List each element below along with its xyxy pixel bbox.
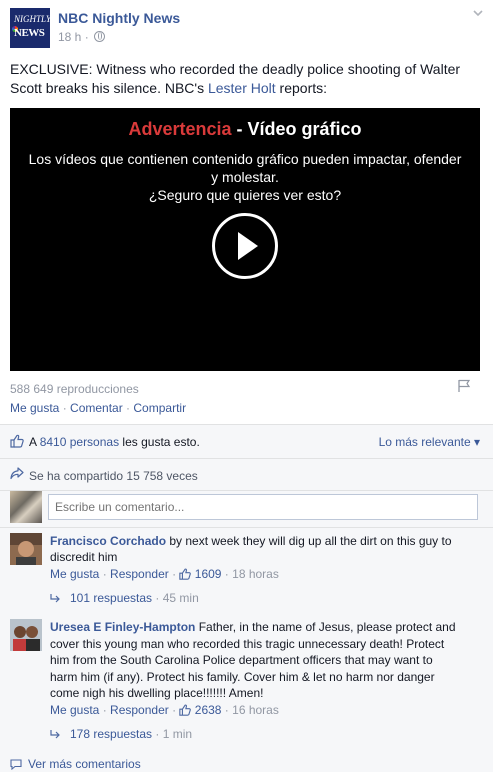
lester-holt-link[interactable]: Lester Holt bbox=[208, 80, 276, 96]
comment-body: Uresea E Finley-Hampton Father, in the n… bbox=[50, 619, 460, 702]
comment-like-count[interactable]: 1609 bbox=[195, 567, 222, 581]
page-name-link[interactable]: NBC Nightly News bbox=[58, 10, 180, 26]
warning-red-text: Advertencia bbox=[128, 119, 232, 139]
play-icon bbox=[238, 232, 258, 260]
reply-arrow-icon bbox=[50, 594, 60, 603]
comment-icon bbox=[10, 759, 22, 770]
likes-summary: A 8410 personas les gusta esto. bbox=[29, 435, 200, 449]
likes-prefix: A bbox=[29, 435, 40, 449]
warning-question: ¿Seguro que quieres ver esto? bbox=[148, 187, 342, 203]
warning-line-2: y molestar. bbox=[211, 169, 279, 185]
likes-count-link[interactable]: 8410 personas bbox=[40, 435, 119, 449]
comment-like-button[interactable]: Me gusta bbox=[50, 567, 99, 581]
comment-replies[interactable]: 178 respuestas · 1 min bbox=[50, 727, 192, 741]
replies-count[interactable]: 178 respuestas bbox=[70, 727, 152, 741]
dot-separator: · bbox=[122, 401, 134, 415]
share-button[interactable]: Compartir bbox=[133, 401, 186, 415]
replies-time: 1 min bbox=[162, 727, 193, 741]
more-comments-link[interactable]: Ver más comentarios bbox=[10, 757, 141, 771]
like-thumb-icon bbox=[179, 704, 192, 716]
like-thumb-icon bbox=[10, 434, 24, 448]
comment-item: Uresea E Finley-Hampton Father, in the n… bbox=[0, 619, 493, 745]
comment-input[interactable] bbox=[48, 494, 478, 520]
replies-count[interactable]: 101 respuestas bbox=[70, 591, 152, 605]
comment-like-button[interactable]: Me gusta bbox=[50, 703, 99, 717]
warning-body: Los vídeos que contienen contenido gráfi… bbox=[10, 150, 480, 204]
like-button[interactable]: Me gusta bbox=[10, 401, 59, 415]
comment-reply-button[interactable]: Responder bbox=[110, 567, 169, 581]
post-text: EXCLUSIVE: Witness who recorded the dead… bbox=[10, 60, 480, 98]
comment-replies[interactable]: 101 respuestas · 45 min bbox=[50, 591, 199, 605]
dot-separator: · bbox=[59, 401, 71, 415]
feedback-area: A 8410 personas les gusta esto. Lo más r… bbox=[0, 424, 493, 772]
post-text-after: reports: bbox=[275, 80, 328, 96]
comment-author[interactable]: Uresea E Finley-Hampton bbox=[50, 620, 195, 634]
comment-actions: Me gusta · Responder · 1609 · 18 horas bbox=[50, 567, 279, 581]
post-time[interactable]: 18 h bbox=[58, 30, 81, 44]
flag-icon[interactable] bbox=[457, 379, 471, 393]
comment-body: Francisco Corchado by next week they wil… bbox=[50, 533, 460, 565]
likes-suffix: les gusta esto. bbox=[119, 435, 200, 449]
comment-time[interactable]: 18 horas bbox=[232, 567, 279, 581]
comment-time[interactable]: 16 horas bbox=[232, 703, 279, 717]
replies-time: 45 min bbox=[162, 591, 199, 605]
sort-dropdown[interactable]: Lo más relevante ▾ bbox=[379, 435, 480, 449]
likes-row: A 8410 personas les gusta esto. Lo más r… bbox=[0, 425, 493, 459]
avatar bbox=[10, 491, 42, 523]
post-meta: 18 h · bbox=[58, 30, 106, 44]
video-player[interactable]: Advertencia - Vídeo gráfico Los vídeos q… bbox=[10, 108, 480, 371]
more-comments-label[interactable]: Ver más comentarios bbox=[28, 757, 141, 771]
post-actions: Me gusta · Comentar · Compartir bbox=[10, 401, 186, 415]
post-header: NIGHTLY NEWS NBC Nightly News 18 h · bbox=[10, 8, 483, 48]
comment-author[interactable]: Francisco Corchado bbox=[50, 534, 166, 548]
warning-title-rest: - Vídeo gráfico bbox=[231, 119, 362, 139]
meta-separator: · bbox=[84, 30, 89, 44]
comment-button[interactable]: Comentar bbox=[70, 401, 123, 415]
comment-reply-button[interactable]: Responder bbox=[110, 703, 169, 717]
share-count-link[interactable]: Se ha compartido 15 758 veces bbox=[29, 469, 198, 483]
warning-line-1: Los vídeos que contienen contenido gráfi… bbox=[28, 151, 462, 167]
warning-title: Advertencia - Vídeo gráfico bbox=[10, 119, 480, 140]
comment-actions: Me gusta · Responder · 2638 · 16 horas bbox=[50, 703, 279, 717]
share-icon bbox=[10, 467, 24, 480]
share-row: Se ha compartido 15 758 veces bbox=[0, 459, 493, 491]
page-logo[interactable]: NIGHTLY NEWS bbox=[10, 8, 51, 48]
comment-like-count[interactable]: 2638 bbox=[195, 703, 222, 717]
play-button[interactable] bbox=[212, 213, 278, 279]
logo-line-2: NEWS bbox=[14, 27, 45, 39]
write-comment-row bbox=[0, 491, 493, 528]
avatar[interactable] bbox=[10, 619, 42, 651]
reply-arrow-icon bbox=[50, 730, 60, 739]
globe-icon bbox=[94, 31, 106, 42]
comment-item: Francisco Corchado by next week they wil… bbox=[0, 533, 493, 617]
logo-line-1: NIGHTLY bbox=[14, 14, 51, 24]
like-thumb-icon bbox=[179, 568, 192, 580]
view-count: 588 649 reproducciones bbox=[10, 382, 139, 396]
chevron-down-icon[interactable] bbox=[473, 8, 483, 18]
avatar[interactable] bbox=[10, 533, 42, 565]
